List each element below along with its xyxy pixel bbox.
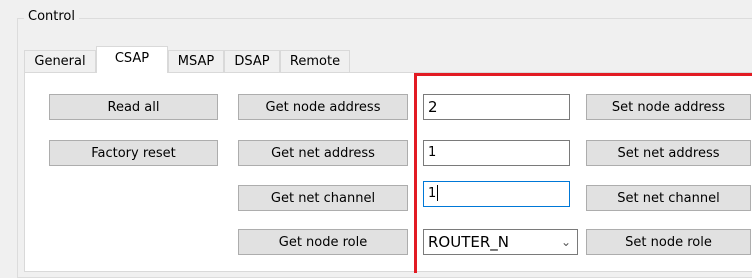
node-address-input[interactable]: 2 [423,94,570,120]
get-node-address-button[interactable]: Get node address [238,94,408,120]
read-all-button[interactable]: Read all [49,94,218,120]
tab-general[interactable]: General [24,50,96,72]
net-address-input[interactable]: 1 [423,140,570,166]
factory-reset-button[interactable]: Factory reset [49,140,218,166]
set-node-role-button[interactable]: Set node role [586,229,751,255]
tab-msap[interactable]: MSAP [168,50,224,72]
set-node-address-button[interactable]: Set node address [586,94,751,120]
tab-csap[interactable]: CSAP [96,46,168,73]
node-role-select[interactable]: ROUTER_N ⌄ [423,229,578,255]
set-net-channel-button[interactable]: Set net channel [586,185,751,211]
get-net-address-button[interactable]: Get net address [238,140,408,166]
tab-dsap[interactable]: DSAP [224,50,280,72]
control-group-title: Control [24,8,79,25]
net-address-value: 1 [428,145,437,160]
csap-tab-panel: Read all Factory reset Get node address … [24,72,752,272]
text-caret [437,184,439,201]
node-role-value: ROUTER_N [428,233,509,251]
get-net-channel-button[interactable]: Get net channel [238,185,408,211]
get-node-role-button[interactable]: Get node role [238,229,408,255]
set-net-address-button[interactable]: Set net address [586,140,751,166]
net-channel-value: 1 [428,186,437,201]
net-channel-input[interactable]: 1 [423,181,570,207]
chevron-down-icon[interactable]: ⌄ [561,230,571,254]
tab-remote[interactable]: Remote [280,50,350,72]
node-address-value: 2 [428,98,438,116]
